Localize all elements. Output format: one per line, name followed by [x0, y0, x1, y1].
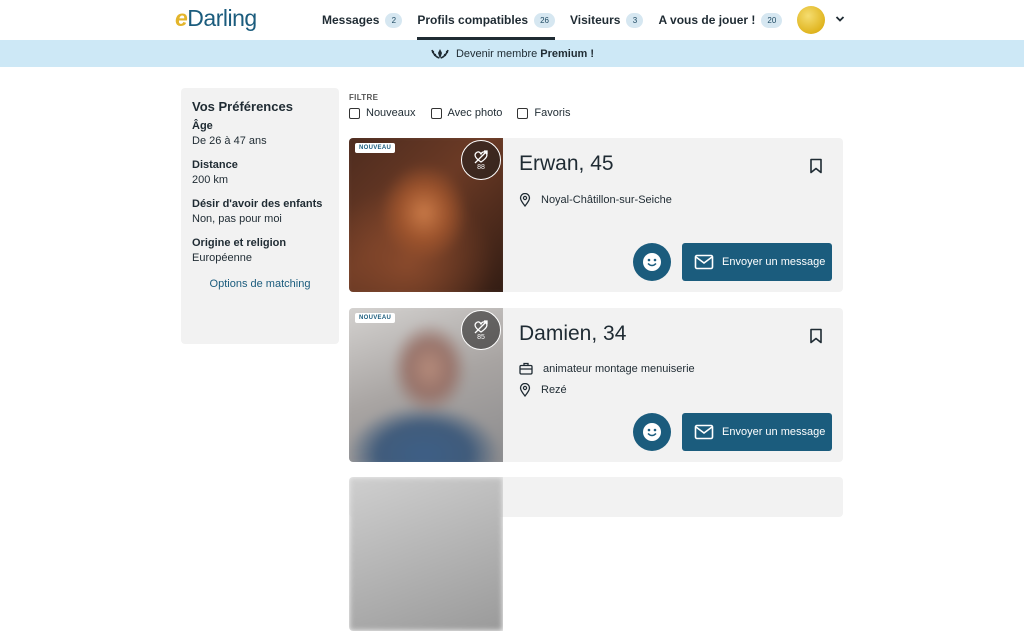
messages-count-badge: 2 [385, 12, 403, 28]
profile-photo[interactable]: NOUVEAU 85 [349, 308, 503, 462]
match-heart-arrow-icon [474, 320, 488, 334]
filter-favoris[interactable]: Favoris [517, 107, 570, 119]
pref-age: Âge De 26 à 47 ans [192, 120, 267, 147]
profile-card: NOUVEAU 85 Damien, 34 animateur montage … [349, 308, 843, 462]
edarling-logo[interactable]: eDarling [175, 5, 257, 32]
premium-crest-icon [430, 47, 450, 61]
location-pin-icon [519, 193, 531, 207]
profile-location: Noyal-Châtillon-sur-Seiche [519, 193, 672, 207]
a-vous-de-jouer-count-badge: 20 [761, 12, 783, 28]
match-score: 85 [461, 310, 501, 350]
pref-distance: Distance 200 km [192, 159, 238, 186]
filter-label: FILTRE [349, 93, 379, 102]
filter-nouveaux[interactable]: Nouveaux [349, 107, 416, 119]
preferences-title: Vos Préférences [192, 99, 293, 114]
visiteurs-count-badge: 3 [626, 12, 644, 28]
filter-avec-photo[interactable]: Avec photo [430, 107, 502, 119]
briefcase-icon [519, 362, 533, 375]
send-message-button[interactable]: Envoyer un message [682, 413, 832, 451]
favoris-checkbox[interactable] [517, 107, 529, 119]
match-heart-arrow-icon [474, 150, 488, 164]
new-badge: NOUVEAU [355, 313, 396, 323]
profile-location: Rezé [519, 383, 567, 397]
filter-group: Nouveaux Avec photo Favoris [349, 107, 585, 119]
profile-photo[interactable]: NOUVEAU 88 [349, 138, 503, 292]
nouveaux-checkbox[interactable] [349, 107, 360, 119]
send-smile-button[interactable] [633, 243, 671, 281]
pref-children: Désir d'avoir des enfants Non, pas pour … [192, 198, 323, 225]
envelope-icon [694, 254, 714, 270]
nav-a-vous-de-jouer[interactable]: A vous de jouer ! 20 [658, 0, 783, 40]
pref-origin-religion: Origine et religion Européenne [192, 237, 287, 264]
profile-name[interactable]: Damien, 34 [519, 322, 626, 346]
location-pin-icon [519, 383, 531, 397]
avec-photo-checkbox[interactable] [430, 107, 442, 119]
profile-photo[interactable] [349, 477, 503, 631]
preferences-panel: Vos Préférences Âge De 26 à 47 ans Dista… [181, 88, 339, 344]
smile-icon [643, 253, 661, 271]
user-avatar[interactable] [797, 6, 825, 34]
top-navigation: eDarling Messages 2 Profils compatibles … [0, 0, 1024, 40]
bookmark-icon[interactable] [809, 158, 823, 174]
profile-card [349, 477, 843, 631]
premium-banner[interactable]: Devenir membre Premium ! [0, 40, 1024, 67]
profile-name[interactable]: Erwan, 45 [519, 152, 614, 176]
send-smile-button[interactable] [633, 413, 671, 451]
match-score: 88 [461, 140, 501, 180]
envelope-icon [694, 424, 714, 440]
bookmark-icon[interactable] [809, 328, 823, 344]
chevron-down-icon[interactable] [835, 14, 845, 24]
smile-icon [643, 423, 661, 441]
nav-profils-compatibles[interactable]: Profils compatibles 26 [417, 0, 555, 40]
matching-options-link[interactable]: Options de matching [192, 278, 328, 290]
main-nav: Messages 2 Profils compatibles 26 Visite… [322, 0, 797, 40]
profile-card: NOUVEAU 88 Erwan, 45 Noyal-Châtillon-sur… [349, 138, 843, 292]
nav-visiteurs[interactable]: Visiteurs 3 [570, 0, 644, 40]
send-message-button[interactable]: Envoyer un message [682, 243, 832, 281]
nav-messages[interactable]: Messages 2 [322, 0, 403, 40]
profils-count-badge: 26 [534, 12, 555, 28]
profile-job: animateur montage menuiserie [519, 362, 695, 375]
new-badge: NOUVEAU [355, 143, 396, 153]
